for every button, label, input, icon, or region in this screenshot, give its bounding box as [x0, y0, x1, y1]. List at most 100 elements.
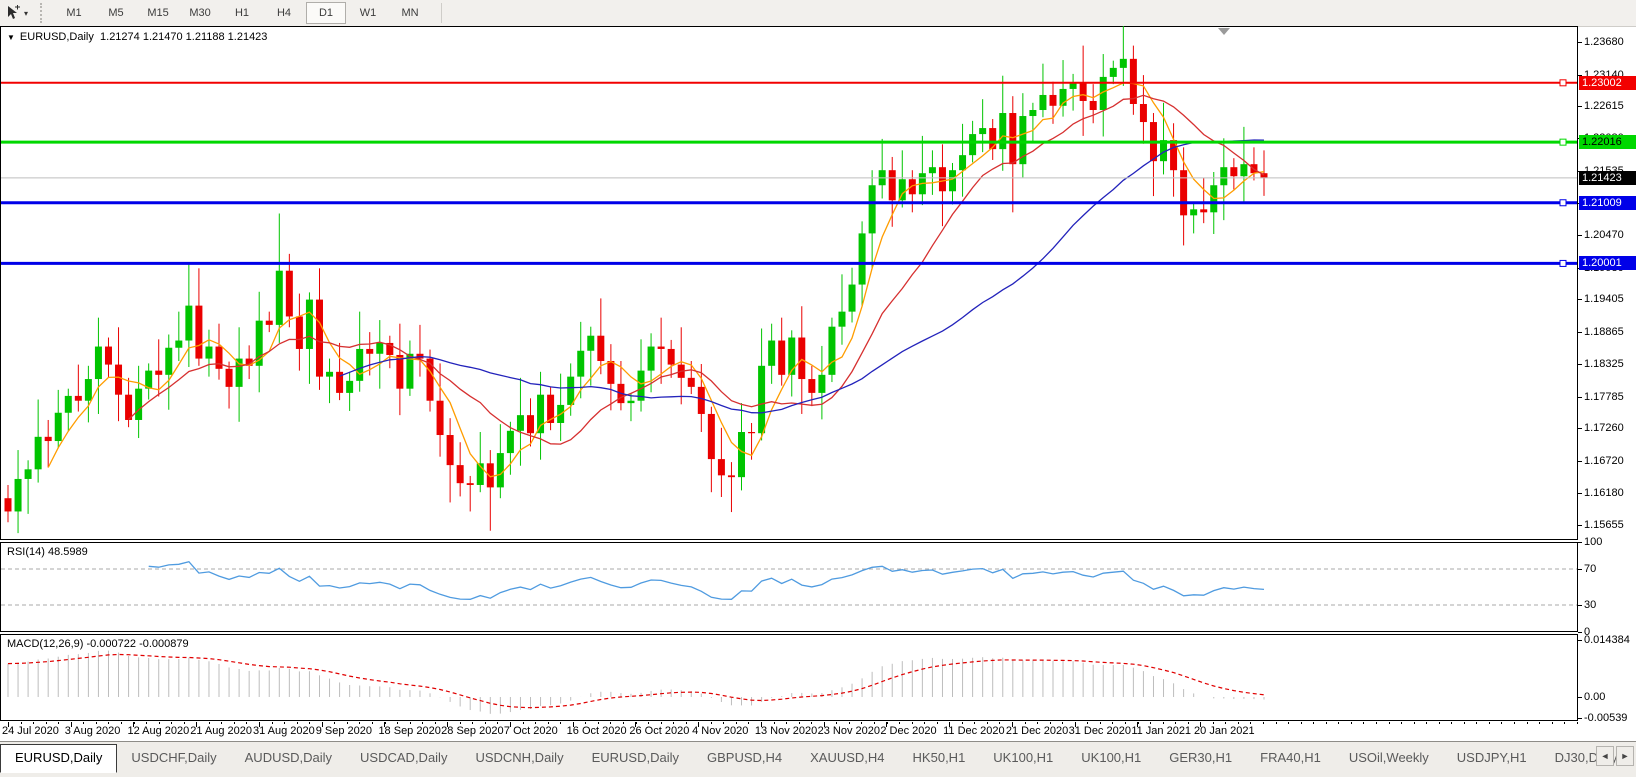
price-axis-tick: [1578, 299, 1582, 300]
price-axis-label: 1.16180: [1584, 487, 1624, 499]
price-axis-label: 1.18325: [1584, 358, 1624, 370]
macd-axis-tick: [1578, 697, 1582, 698]
timeframe-button-m5[interactable]: M5: [96, 2, 136, 24]
timeframe-button-m15[interactable]: M15: [138, 2, 178, 24]
tab-scroll-left-icon[interactable]: ◄: [1596, 746, 1614, 766]
price-axis-tick: [1578, 525, 1582, 526]
chart-tab-hk50-h1[interactable]: HK50,H1: [899, 745, 980, 770]
price-chart[interactable]: [0, 26, 1578, 540]
chart-tab-bar: EURUSD,DailyUSDCHF,DailyAUDUSD,DailyUSDC…: [0, 741, 1636, 777]
date-axis-label: 16 Oct 2020: [567, 725, 627, 737]
mt4-window: ▾ M1M5M15M30H1H4D1W1MN ▼ EURUSD,Daily 1.2…: [0, 0, 1636, 777]
price-axis-tick: [1578, 397, 1582, 398]
date-axis-label: 9 Sep 2020: [316, 725, 372, 737]
price-axis-label: 1.22615: [1584, 100, 1624, 112]
rsi-chart[interactable]: [0, 542, 1578, 632]
date-axis-label: 23 Nov 2020: [818, 725, 880, 737]
price-axis-label: 1.15655: [1584, 519, 1624, 531]
chart-collapse-icon[interactable]: ▼: [7, 33, 15, 42]
chart-tab-usdcad-daily[interactable]: USDCAD,Daily: [346, 745, 461, 770]
timeframe-button-m1[interactable]: M1: [54, 2, 94, 24]
chart-title: ▼ EURUSD,Daily 1.21274 1.21470 1.21188 1.…: [7, 31, 267, 43]
macd-axis-tick: [1578, 640, 1582, 641]
price-axis-label: 1.18865: [1584, 326, 1624, 338]
timeframe-button-mn[interactable]: MN: [390, 2, 430, 24]
timeframe-button-d1[interactable]: D1: [306, 2, 346, 24]
chart-ohlc: 1.21274 1.21470 1.21188 1.21423: [100, 31, 267, 43]
rsi-header: RSI(14) 48.5989: [7, 546, 88, 558]
price-axis-tick: [1578, 332, 1582, 333]
price-axis-label: 1.16720: [1584, 455, 1624, 467]
chart-tab-eurusd-daily[interactable]: EURUSD,Daily: [0, 744, 117, 773]
date-axis-label: 21 Aug 2020: [190, 725, 252, 737]
macd-axis-label: 0.00: [1584, 691, 1605, 703]
cursor-tool-icon[interactable]: [4, 4, 22, 22]
macd-axis-label: 0.014384: [1584, 634, 1630, 646]
toolbar-grip[interactable]: [40, 3, 45, 23]
macd-axis-tick: [1578, 718, 1582, 719]
date-axis-label: 11 Dec 2020: [943, 725, 1005, 737]
chart-tab-fra40-h1[interactable]: FRA40,H1: [1246, 745, 1335, 770]
date-axis-label: 12 Aug 2020: [127, 725, 189, 737]
date-axis-label: 7 Oct 2020: [504, 725, 558, 737]
price-badge: 1.22016: [1579, 135, 1636, 149]
chart-tab-uk100-h1[interactable]: UK100,H1: [979, 745, 1067, 770]
price-badge: 1.21009: [1579, 196, 1636, 210]
macd-header: MACD(12,26,9) -0.000722 -0.000879: [7, 638, 189, 650]
rsi-axis-tick: [1578, 632, 1582, 633]
timeframe-button-h4[interactable]: H4: [264, 2, 304, 24]
rsi-axis-label: 70: [1584, 563, 1596, 575]
price-axis-tick: [1578, 461, 1582, 462]
date-axis-label: 2 Dec 2020: [880, 725, 936, 737]
date-axis-label: 20 Jan 2021: [1194, 725, 1255, 737]
rsi-axis-tick: [1578, 605, 1582, 606]
tab-scroll-right-icon[interactable]: ►: [1616, 746, 1634, 766]
date-axis-label: 31 Aug 2020: [253, 725, 315, 737]
date-axis-label: 24 Jul 2020: [2, 725, 59, 737]
date-axis-label: 3 Aug 2020: [65, 725, 121, 737]
chart-tab-xauusd-h4[interactable]: XAUUSD,H4: [796, 745, 898, 770]
price-badge: 1.21423: [1579, 171, 1636, 185]
rsi-axis-label: 30: [1584, 599, 1596, 611]
date-axis-label: 13 Nov 2020: [755, 725, 817, 737]
chart-tab-usdcnh-daily[interactable]: USDCNH,Daily: [461, 745, 577, 770]
chart-tab-ger30-h1[interactable]: GER30,H1: [1155, 745, 1246, 770]
timeframe-button-m30[interactable]: M30: [180, 2, 220, 24]
price-axis-label: 1.19405: [1584, 293, 1624, 305]
price-axis-label: 1.23680: [1584, 36, 1624, 48]
chart-tab-usdchf-daily[interactable]: USDCHF,Daily: [117, 745, 230, 770]
price-axis-label: 1.20470: [1584, 229, 1624, 241]
timeframe-toolbar: ▾ M1M5M15M30H1H4D1W1MN: [0, 0, 1636, 27]
price-axis-label: 1.17260: [1584, 422, 1624, 434]
price-axis-tick: [1578, 106, 1582, 107]
price-axis-tick: [1578, 493, 1582, 494]
timeframe-button-h1[interactable]: H1: [222, 2, 262, 24]
date-axis-label: 31 Dec 2020: [1069, 725, 1131, 737]
timeframe-button-w1[interactable]: W1: [348, 2, 388, 24]
date-axis[interactable]: 24 Jul 2020 3 Aug 2020 12 Aug 202021 Aug 2…: [0, 722, 1636, 741]
macd-chart[interactable]: [0, 634, 1578, 721]
date-axis-label: 18 Sep 2020: [378, 725, 440, 737]
chart-tab-usdjpy-h1[interactable]: USDJPY,H1: [1443, 745, 1541, 770]
price-axis-tick: [1578, 235, 1582, 236]
chart-tab-uk100-h1[interactable]: UK100,H1: [1067, 745, 1155, 770]
date-axis-label: 21 Dec 2020: [1006, 725, 1068, 737]
chart-tab-usoil-weekly[interactable]: USOil,Weekly: [1335, 745, 1443, 770]
price-axis-tick: [1578, 428, 1582, 429]
chart-symbol: EURUSD,Daily: [20, 31, 94, 43]
price-axis-tick: [1578, 42, 1582, 43]
date-axis-label: 28 Sep 2020: [441, 725, 503, 737]
price-badge: 1.23002: [1579, 76, 1636, 90]
cursor-tool-dropdown-icon[interactable]: ▾: [24, 9, 28, 18]
macd-axis-label: -0.00539: [1584, 712, 1627, 724]
rsi-axis-tick: [1578, 569, 1582, 570]
chart-shift-marker-icon[interactable]: [1218, 28, 1230, 35]
date-axis-label: 26 Oct 2020: [629, 725, 689, 737]
date-axis-label: 4 Nov 2020: [692, 725, 748, 737]
chart-tab-audusd-daily[interactable]: AUDUSD,Daily: [231, 745, 346, 770]
chart-tab-eurusd-daily[interactable]: EURUSD,Daily: [578, 745, 693, 770]
price-axis-tick: [1578, 364, 1582, 365]
price-badge: 1.20001: [1579, 256, 1636, 270]
chart-tab-gbpusd-h4[interactable]: GBPUSD,H4: [693, 745, 796, 770]
toolbar-separator: [441, 3, 442, 23]
